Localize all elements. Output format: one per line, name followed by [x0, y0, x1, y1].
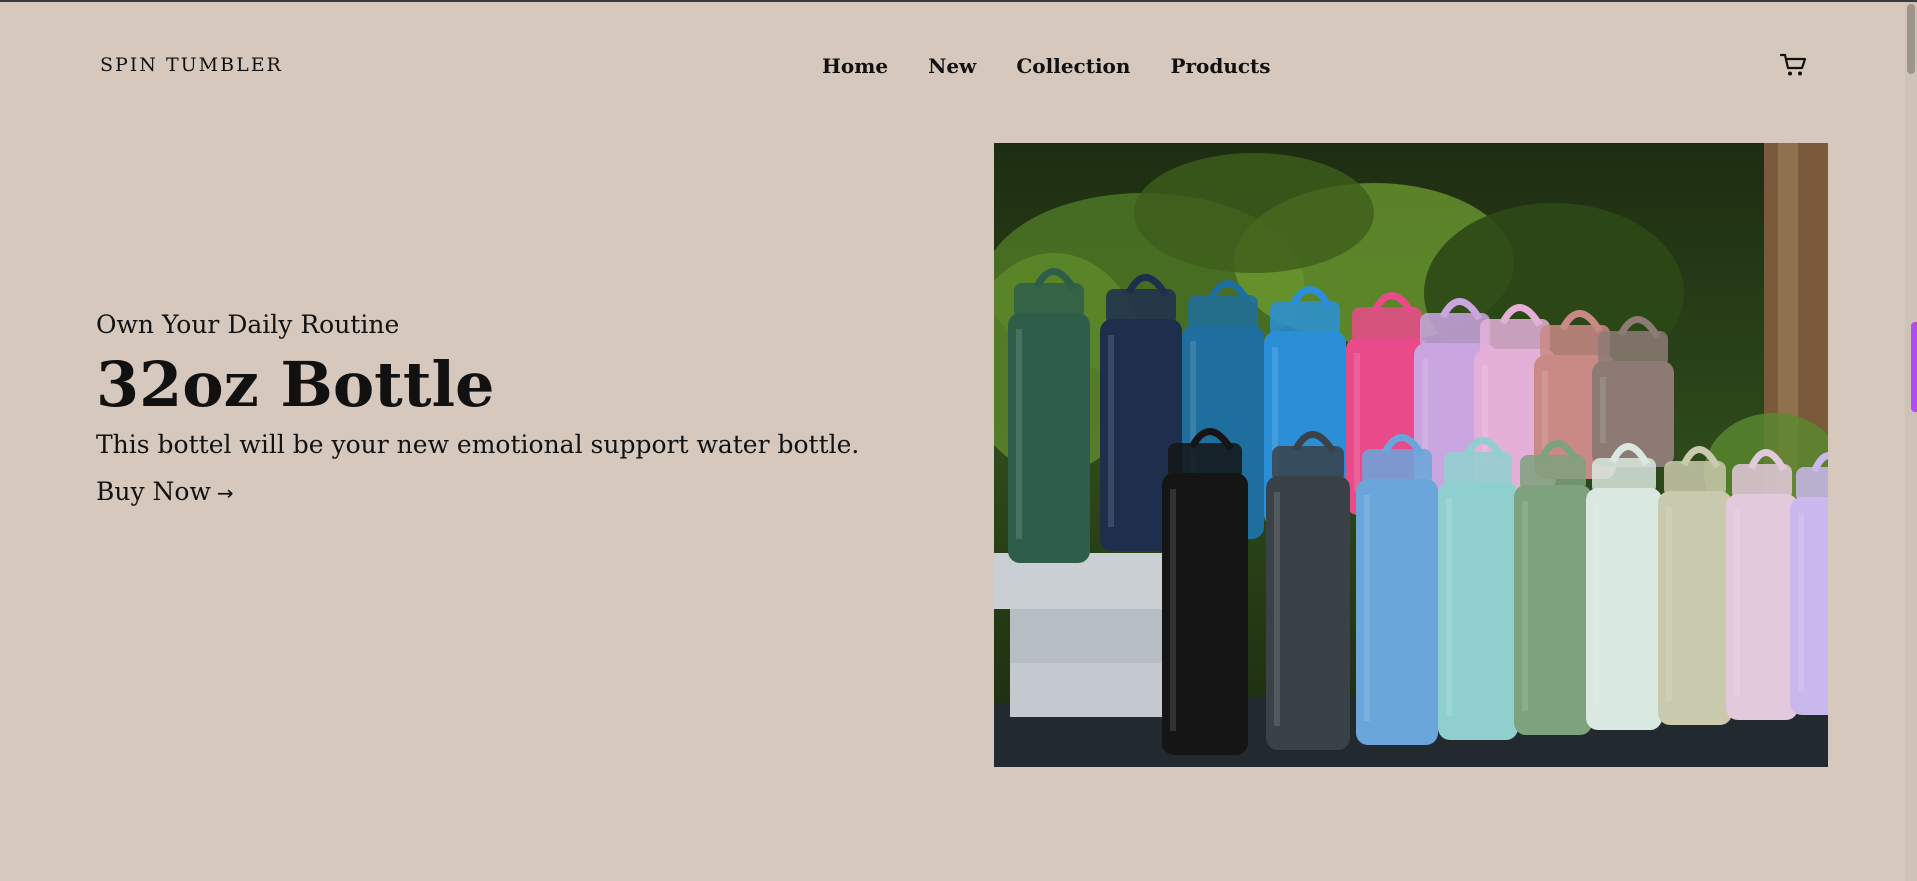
bottle	[1726, 449, 1798, 720]
brand-logo[interactable]: SPIN TUMBLER	[100, 54, 283, 76]
bottle	[1438, 437, 1518, 740]
arrow-right-icon: →	[216, 481, 234, 506]
bottle	[1586, 443, 1662, 730]
hero-eyebrow: Own Your Daily Routine	[96, 310, 400, 339]
hero-section: Own Your Daily Routine 32oz Bottle This …	[96, 310, 859, 506]
bottles-photo-illustration	[994, 143, 1828, 767]
buy-now-link[interactable]: Buy Now →	[96, 477, 234, 506]
bottle	[1266, 431, 1350, 750]
main-menu: Home New Collection Products	[822, 54, 1271, 78]
nav-link-new[interactable]: New	[928, 54, 976, 78]
buy-now-label: Buy Now	[96, 477, 211, 507]
nav-link-home[interactable]: Home	[822, 54, 888, 78]
hero-image	[994, 143, 1828, 767]
top-navigation: SPIN TUMBLER Home New Collection Product…	[0, 2, 1905, 132]
bottle	[1658, 446, 1732, 725]
side-panel-tab[interactable]	[1911, 322, 1917, 412]
hero-title: 32oz Bottle	[96, 348, 495, 421]
nav-link-collection[interactable]: Collection	[1016, 54, 1130, 78]
scroll-thumb[interactable]	[1907, 4, 1915, 74]
bottle	[1356, 434, 1438, 745]
hero-description: This bottel will be your new emotional s…	[96, 430, 860, 460]
bottle	[1514, 440, 1592, 735]
bottle	[1008, 268, 1090, 563]
nav-link-products[interactable]: Products	[1170, 54, 1270, 78]
bottle	[1162, 428, 1248, 755]
cart-icon[interactable]	[1779, 52, 1807, 78]
page-scrollbar[interactable]	[1905, 2, 1917, 881]
